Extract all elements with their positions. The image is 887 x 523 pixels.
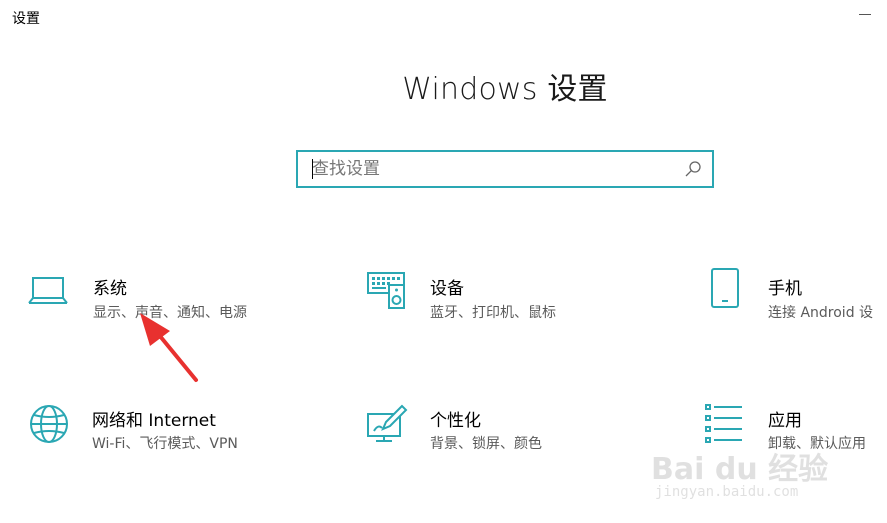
tile-name: 系统 [93,279,127,299]
search-icon[interactable] [684,160,702,178]
page-title: Windows 设置 [402,72,608,107]
tile-description: 背景、锁屏、颜色 [430,436,542,452]
tile-description: 蓝牙、打印机、鼠标 [430,305,556,321]
phone-icon [711,268,739,308]
watermark: Bai du 经验 jingyan.baidu.com [651,440,881,520]
tile-description: Wi-Fi、飞行模式、VPN [92,436,238,452]
window-title: 设置 [12,11,40,27]
tile-system[interactable]: 系统 显示、声音、通知、电源 [28,272,348,342]
tile-description: 连接 Android 设 [768,305,874,321]
personalization-icon [367,404,408,442]
tile-devices[interactable]: 设备 蓝牙、打印机、鼠标 [366,272,686,342]
tile-personalization[interactable]: 个性化 背景、锁屏、颜色 [366,404,686,474]
watermark-logo: Bai du 经验 [651,452,829,487]
tile-name: 个性化 [430,411,481,431]
tile-name: 设备 [430,279,464,299]
search-box[interactable] [296,150,714,188]
text-cursor [312,159,313,179]
tile-name: 应用 [768,411,802,431]
globe-icon [30,405,68,443]
search-input[interactable] [298,152,682,186]
minimize-button[interactable] [859,2,873,16]
tile-name: 网络和 Internet [92,411,216,431]
devices-icon [367,272,405,309]
laptop-icon [28,277,68,304]
watermark-url: jingyan.baidu.com [655,484,799,500]
tile-name: 手机 [768,279,802,299]
title-bar: 设置 [0,0,887,34]
tile-network[interactable]: 网络和 Internet Wi-Fi、飞行模式、VPN [28,404,348,474]
tile-description: 显示、声音、通知、电源 [93,305,247,321]
tile-phone[interactable]: 手机 连接 Android 设 [706,268,887,338]
